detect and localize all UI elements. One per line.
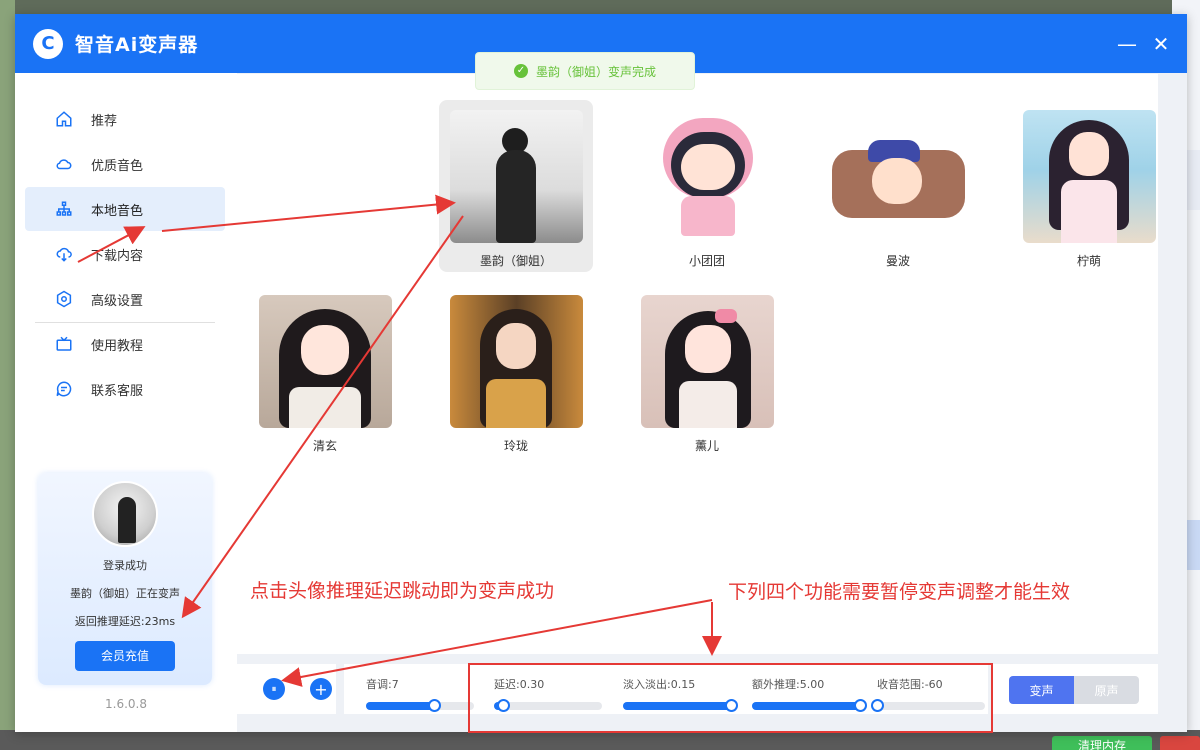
login-status: 登录成功: [103, 559, 147, 572]
voice-avatar: [449, 295, 583, 428]
sidebar-item-label: 使用教程: [91, 338, 144, 354]
pitch-slider[interactable]: 音调:7: [366, 676, 474, 712]
annotation-highlight-box: [468, 663, 993, 733]
voice-card-xuner[interactable]: 薰儿: [630, 285, 784, 457]
user-card: 登录成功 墨韵（御姐）正在变声 返回推理延迟:23ms 会员充值: [38, 473, 212, 685]
voice-avatar: [831, 110, 965, 243]
app-logo-icon: C: [33, 28, 63, 59]
voice-avatar: [449, 110, 583, 243]
sidebar-item-premium-voices[interactable]: 优质音色: [25, 142, 225, 186]
sidebar-item-label: 高级设置: [91, 293, 144, 309]
home-icon: [55, 110, 73, 128]
add-button[interactable]: +: [310, 678, 332, 700]
annotation-right: 下列四个功能需要暂停变声调整才能生效: [728, 581, 1071, 603]
voice-card-xiaotuantuan[interactable]: 小团团: [630, 100, 784, 272]
tv-icon: [55, 335, 73, 353]
success-toast: ✓ 墨韵（御姐）变声完成: [475, 52, 695, 90]
slider-knob[interactable]: [428, 699, 442, 712]
settings-icon: [55, 290, 73, 308]
network-icon: [55, 200, 73, 218]
chat-icon: [55, 380, 73, 398]
voice-card-moyun[interactable]: 墨韵（御姐）: [439, 100, 593, 272]
minimize-button[interactable]: —: [1117, 32, 1137, 56]
sidebar-item-label: 优质音色: [91, 158, 144, 174]
voice-name: 清玄: [312, 439, 337, 453]
sidebar-item-advanced-settings[interactable]: 高级设置: [25, 277, 225, 321]
voice-avatar: [1022, 110, 1156, 243]
mode-toggle: 变声 原声: [1009, 676, 1139, 704]
mode-switch-panel: 变声 原声: [993, 664, 1158, 714]
voice-avatar: [640, 295, 774, 428]
desktop-background-bottom: [0, 730, 1200, 750]
avatar[interactable]: [92, 481, 158, 547]
app-title: 智音Ai变声器: [75, 34, 199, 56]
current-voice-status: 墨韵（御姐）正在变声: [70, 587, 180, 600]
check-circle-icon: ✓: [513, 64, 528, 78]
sidebar-item-label: 推荐: [91, 113, 118, 129]
pause-button[interactable]: ⏸: [263, 678, 285, 700]
sidebar: 推荐 优质音色 本地音色 下载内容 高级设置 使用教程 联系客服 登录成功 墨韵…: [15, 73, 237, 732]
voice-card-qingxuan[interactable]: 清玄: [248, 285, 402, 457]
desktop-background-top: [0, 0, 1200, 14]
background-red-button: [1160, 736, 1200, 750]
original-voice-mode-button[interactable]: 原声: [1074, 676, 1139, 704]
sidebar-item-recommend[interactable]: 推荐: [25, 97, 225, 141]
voice-avatar: [258, 295, 392, 428]
sidebar-item-customer-service[interactable]: 联系客服: [25, 367, 225, 411]
annotation-left: 点击头像推理延迟跳动即为变声成功: [250, 580, 555, 602]
toast-text: 墨韵（御姐）变声完成: [535, 64, 656, 79]
voice-card-linglong[interactable]: 玲珑: [439, 285, 593, 457]
voice-card-ningmeng[interactable]: 柠萌: [1012, 100, 1166, 272]
sidebar-item-label: 本地音色: [91, 203, 144, 219]
voice-name: 薰儿: [694, 439, 719, 453]
voice-name: 曼波: [885, 254, 910, 268]
playback-controls: ⏸ +: [228, 664, 336, 714]
sidebar-item-label: 下载内容: [91, 248, 144, 264]
sidebar-item-tutorial[interactable]: 使用教程: [25, 322, 225, 366]
download-icon: [55, 245, 73, 263]
sidebar-item-local-voices[interactable]: 本地音色: [25, 187, 225, 231]
voice-card-manbo[interactable]: 曼波: [821, 100, 975, 272]
voice-name: 柠萌: [1076, 254, 1101, 268]
sidebar-item-label: 联系客服: [91, 383, 144, 399]
slider-label: 音调:7: [366, 678, 399, 691]
voice-change-mode-button[interactable]: 变声: [1009, 676, 1074, 704]
background-clean-button: 清理内存: [1052, 736, 1152, 750]
desktop-background-left: [0, 0, 15, 750]
voice-name: 玲珑: [503, 439, 528, 453]
close-button[interactable]: ✕: [1151, 32, 1171, 56]
sidebar-item-downloads[interactable]: 下载内容: [25, 232, 225, 276]
voice-avatar: [640, 110, 774, 243]
voice-name: 墨韵（御姐）: [479, 254, 552, 268]
latency-readout: 返回推理延迟:23ms: [74, 615, 176, 628]
voice-name: 小团团: [688, 254, 725, 268]
version-label: 1.6.0.8: [105, 697, 147, 711]
vip-recharge-button[interactable]: 会员充值: [75, 641, 175, 671]
cloud-icon: [55, 155, 73, 173]
